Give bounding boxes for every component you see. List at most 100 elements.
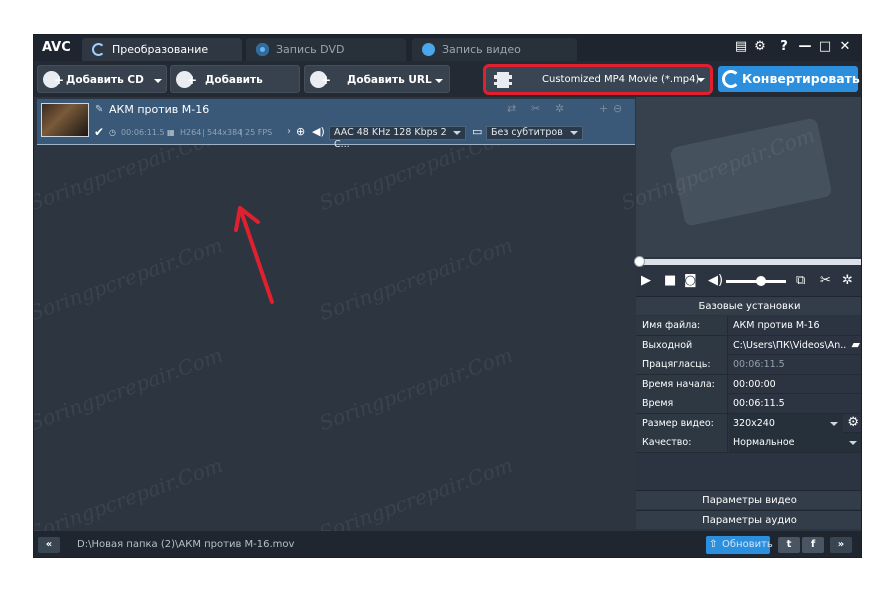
subtitles-select[interactable]: Без субтитров	[486, 126, 583, 140]
add-video-button[interactable]: Добавить видео	[170, 65, 300, 114]
video-params-header[interactable]: Параметры видео	[636, 490, 861, 509]
toolbar: Добавить CD диск Добавить видео Добавить…	[34, 61, 861, 114]
update-button[interactable]: ⇧ Обновить	[706, 536, 773, 554]
effects-icon[interactable]: ✲	[842, 273, 853, 289]
collapse-button[interactable]: «	[38, 537, 60, 553]
prop-value[interactable]: 00:06:11.5	[729, 394, 861, 413]
tab-record[interactable]: Запись видео	[412, 38, 577, 61]
folder-icon[interactable]: ▰	[852, 338, 860, 351]
twitter-icon[interactable]: t	[778, 537, 800, 553]
add-url-button[interactable]: Добавить URL	[304, 65, 450, 94]
checkbox-checked-icon[interactable]: ✔	[94, 125, 104, 139]
facebook-icon[interactable]: f	[802, 537, 824, 553]
status-bar: « D:\Новая папка (2)\АКМ против М-16.mov…	[34, 531, 861, 557]
audio-select[interactable]: AAC 48 KHz 128 Kbps 2 C...	[329, 126, 466, 150]
output-path: D:\Новая папка (2)\АКМ против М-16.mov	[77, 539, 295, 550]
prop-value[interactable]: 00:00:00	[729, 375, 861, 394]
watermark: Soringpcrepair.Com	[316, 342, 516, 436]
prop-value[interactable]: C:\Users\ПК\Videos\An...	[729, 336, 847, 355]
watermark: Soringpcrepair.Com	[316, 232, 516, 326]
prop-key: Время остановки:	[636, 394, 728, 428]
tasks-icon[interactable]: ▤	[733, 39, 749, 55]
prop-start-time: Время начала: 00:00:00	[636, 374, 861, 394]
chevron-down-icon	[435, 79, 443, 83]
app-logo: AVC	[42, 40, 71, 55]
gear-icon[interactable]: ⚙	[847, 415, 859, 430]
preview-area: Soringpcrepair.Com	[618, 97, 861, 257]
scissors-icon[interactable]: ✂	[531, 102, 540, 115]
prop-key: Размер видео:	[636, 413, 728, 433]
watermark: Soringpcrepair.Com	[33, 232, 226, 326]
prop-key: Працягласць:	[636, 355, 728, 374]
disc-icon	[256, 43, 269, 56]
convert-button[interactable]: Конвертировать!	[718, 66, 861, 92]
scissors-icon[interactable]: ✂	[820, 273, 831, 289]
snapshot-icon[interactable]: ◙	[684, 273, 697, 289]
prop-value[interactable]: АКМ против М-16	[729, 316, 861, 335]
help-icon[interactable]: ?	[776, 39, 792, 55]
annotation-arrow	[234, 206, 274, 304]
audio-params-header[interactable]: Параметры аудио	[636, 510, 861, 529]
add-icon[interactable]: +	[599, 102, 608, 115]
prop-key: Время начала:	[636, 374, 728, 394]
playback-controls: ▶ ■ ◙ ◀) ⧉ ✂ ✲	[636, 269, 861, 293]
chevron-down-icon	[830, 421, 838, 426]
close-icon[interactable]: ✕	[837, 39, 853, 55]
speaker-icon[interactable]: ◀)	[708, 273, 723, 289]
output-profile-select[interactable]: Customized MP4 Movie (*.mp4)	[483, 64, 713, 95]
video-size-select[interactable]: 320x240	[729, 413, 843, 433]
minimize-icon[interactable]: —	[797, 39, 813, 55]
sync-icon[interactable]: ⇄	[507, 102, 516, 115]
convert-icon	[722, 70, 740, 88]
remove-icon[interactable]: ⊖	[613, 102, 622, 115]
prop-key: Качество:	[636, 433, 728, 452]
seek-bar[interactable]	[634, 256, 861, 267]
meta-separator: |	[202, 128, 205, 137]
quality-select[interactable]: Нормальное	[729, 433, 861, 452]
film-reel-icon	[176, 66, 197, 94]
fps-value: 25 FPS	[245, 128, 273, 137]
prop-file-name: Имя файла: АКМ против М-16	[636, 316, 861, 336]
clock-icon: ◷	[109, 128, 116, 137]
output-profile-value: Customized MP4 Movie (*.mp4)	[542, 74, 700, 85]
add-cd-button[interactable]: Добавить CD диск	[37, 65, 167, 114]
film-icon	[494, 72, 512, 88]
globe-icon	[310, 66, 331, 94]
audio-track-icon[interactable]: ⊕	[296, 125, 305, 138]
file-list: Soringpcrepair.Com Soringpcrepair.Com So…	[33, 97, 635, 545]
chevron-down-icon	[849, 441, 857, 445]
filmstrip-icon: ▦	[167, 128, 175, 137]
audio-select-value: AAC 48 KHz 128 Kbps 2 C...	[334, 127, 447, 150]
play-icon[interactable]: ▶	[641, 273, 651, 289]
expand-button[interactable]: »	[830, 537, 852, 553]
speaker-icon[interactable]: ◀)	[312, 125, 325, 138]
prop-quality: Качество: Нормальное	[636, 433, 861, 453]
upload-icon: ⇧	[709, 539, 718, 550]
prop-key: Имя файла:	[636, 316, 728, 335]
prop-value: 00:06:11.5	[733, 359, 785, 370]
resolution-value: 544x384	[207, 128, 243, 137]
duration-value: 00:06:11.5	[121, 128, 165, 137]
list-item[interactable]: ✔ ✎ АКМ против М-16 ◷ 00:06:11.5 ▦ H264 …	[37, 99, 635, 150]
video-thumbnail	[41, 103, 89, 137]
effects-icon[interactable]: ✲	[555, 102, 564, 115]
basic-settings-header[interactable]: Базовые установки	[636, 296, 861, 315]
gear-icon[interactable]: ⚙	[752, 39, 768, 55]
stop-icon[interactable]: ■	[664, 273, 676, 289]
tab-conversion[interactable]: Преобразование	[82, 38, 242, 61]
pencil-icon[interactable]: ✎	[95, 104, 103, 115]
seek-handle[interactable]	[634, 256, 645, 267]
chevron-down-icon	[697, 78, 705, 82]
tab-dvd[interactable]: Запись DVD	[246, 38, 406, 61]
file-name: АКМ против М-16	[109, 103, 210, 116]
subtitles-select-value: Без субтитров	[491, 127, 563, 138]
volume-handle[interactable]	[756, 276, 766, 286]
tab-dvd-label: Запись DVD	[276, 43, 345, 56]
tab-conversion-label: Преобразование	[112, 43, 209, 56]
volume-slider[interactable]	[726, 276, 786, 286]
convert-label: Конвертировать!	[742, 71, 862, 86]
maximize-icon[interactable]: □	[817, 39, 833, 55]
prop-video-size: Размер видео: 320x240 ⚙	[636, 413, 861, 433]
popout-icon[interactable]: ⧉	[796, 273, 805, 289]
add-url-label: Добавить URL	[347, 74, 432, 86]
